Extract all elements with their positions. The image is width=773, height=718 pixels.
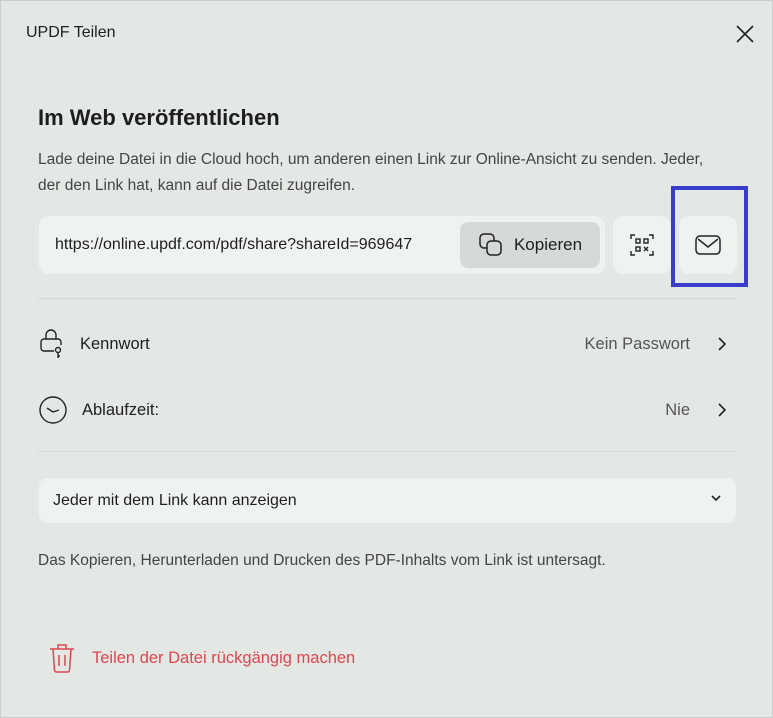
revoke-share-button[interactable]: Teilen der Datei rückgängig machen: [48, 642, 355, 674]
close-icon[interactable]: [734, 23, 756, 45]
permission-selected: Jeder mit dem Link kann anzeigen: [53, 492, 297, 509]
trash-icon: [50, 644, 74, 673]
share-dialog: UPDF Teilen Im Web veröffentlichen Lade …: [0, 0, 773, 718]
copy-icon: [479, 233, 502, 256]
chevron-right-icon: [718, 337, 727, 351]
password-row[interactable]: Kennwort Kein Passwort: [38, 324, 728, 364]
permission-select[interactable]: Jeder mit dem Link kann anzeigen: [39, 478, 736, 523]
dialog-title: UPDF Teilen: [26, 24, 116, 41]
lock-key-icon: [40, 329, 62, 358]
chevron-right-icon: [718, 403, 727, 417]
qr-code-button[interactable]: [613, 216, 671, 274]
password-label: Kennwort: [80, 334, 150, 353]
permission-note: Das Kopieren, Herunterladen und Drucken …: [38, 552, 606, 569]
expiry-value: Nie: [665, 400, 690, 419]
copy-label: Kopieren: [513, 235, 583, 254]
share-link-field: https://online.updf.com/pdf/share?shareI…: [39, 216, 605, 274]
section-description: Lade deine Datei in die Cloud hoch, um a…: [38, 151, 704, 194]
expiry-row[interactable]: Ablaufzeit: Nie: [38, 390, 728, 430]
clock-icon: [39, 396, 67, 424]
highlight-box: [671, 186, 748, 287]
password-value: Kein Passwort: [584, 334, 690, 353]
divider: [38, 451, 736, 452]
divider: [38, 298, 736, 299]
qr-code-icon: [630, 234, 654, 256]
chevron-down-icon: [711, 495, 721, 502]
copy-button[interactable]: Kopieren: [460, 222, 600, 268]
section-title: Im Web veröffentlichen: [38, 105, 280, 130]
share-url[interactable]: https://online.updf.com/pdf/share?shareI…: [55, 236, 461, 254]
revoke-label: Teilen der Datei rückgängig machen: [92, 648, 356, 667]
expiry-label: Ablaufzeit:: [82, 400, 160, 419]
